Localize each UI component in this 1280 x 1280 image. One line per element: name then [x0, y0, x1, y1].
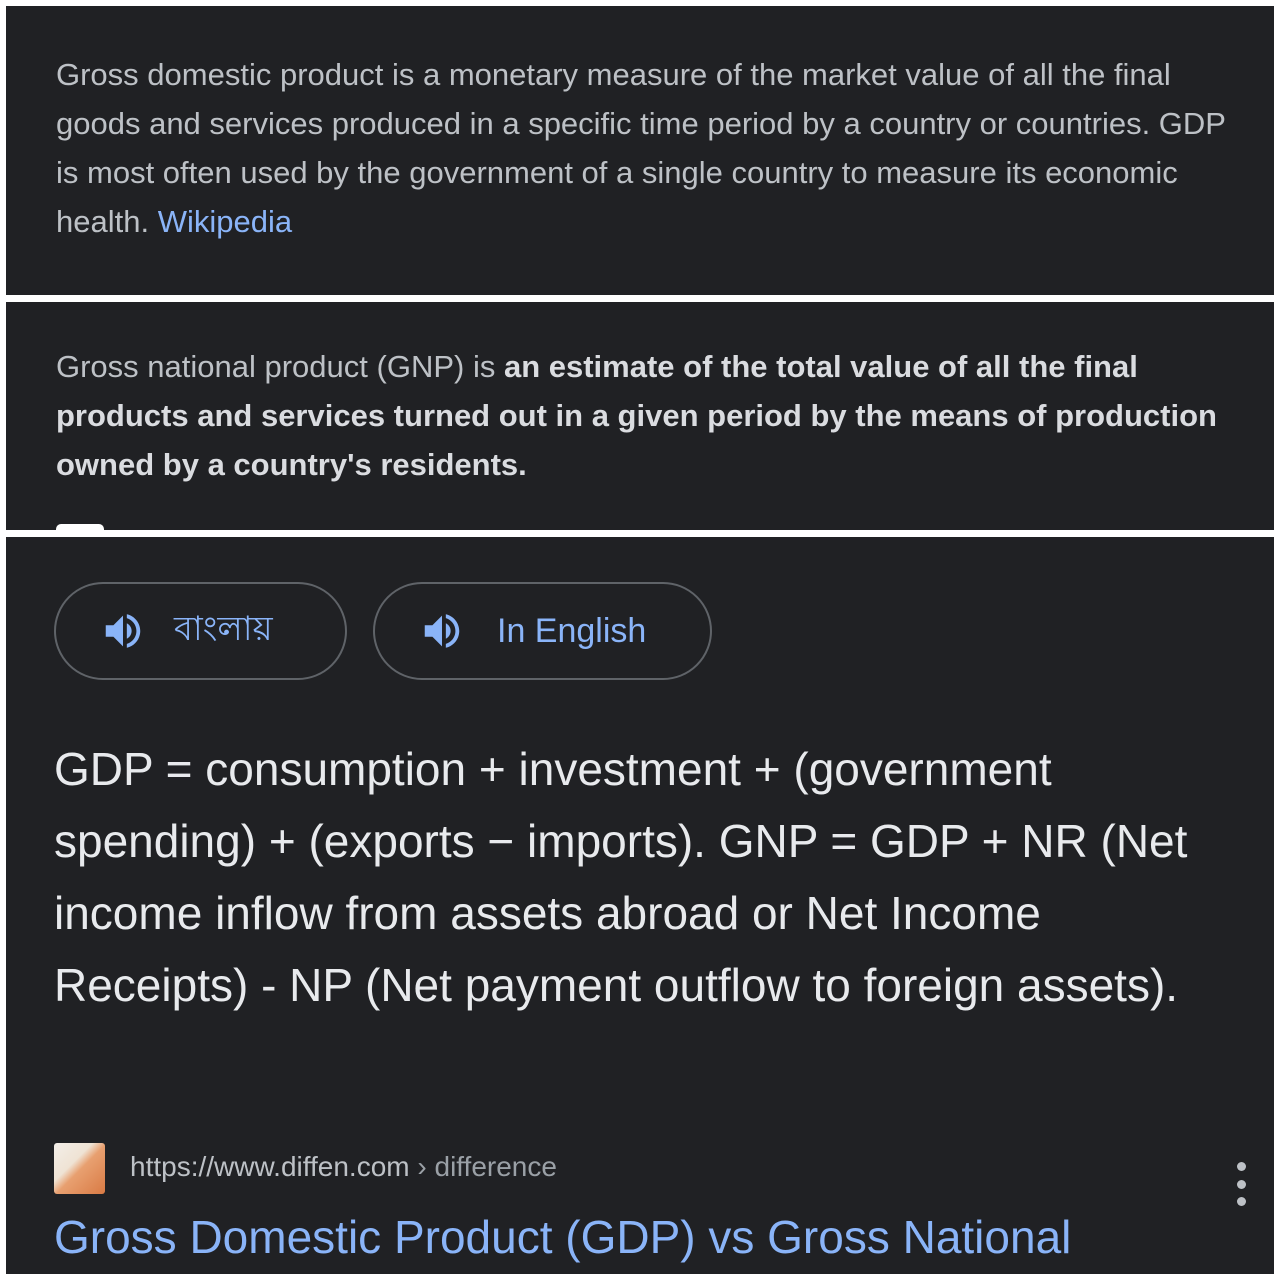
speaker-icon [424, 614, 460, 648]
gnp-definition-prefix: Gross national product (GNP) is [56, 349, 496, 384]
speaker-icon [105, 614, 141, 648]
wikipedia-link[interactable]: Wikipedia [158, 204, 292, 239]
listen-bangla-button[interactable]: বাংলায় [54, 582, 347, 680]
result-url-breadcrumb: › difference [417, 1151, 557, 1182]
result-url-domain: https://www.diffen.com [130, 1151, 410, 1182]
more-vert-icon[interactable] [1234, 1162, 1248, 1206]
gdp-definition-panel: Gross domestic product is a monetary mea… [6, 6, 1274, 295]
gnp-definition-text: Gross national product (GNP) is an estim… [56, 342, 1236, 489]
formula-answer-text: GDP = consumption + investment + (govern… [54, 743, 1188, 1011]
result-title-link[interactable]: Gross Domestic Product (GDP) vs Gross Na… [54, 1207, 1071, 1267]
cropped-favicon [56, 524, 104, 530]
diffen-favicon [54, 1143, 105, 1194]
listen-english-label: In English [497, 611, 647, 650]
listen-bangla-label: বাংলায় [174, 609, 273, 648]
gdp-definition-text: Gross domestic product is a monetary mea… [56, 50, 1236, 246]
listen-english-button[interactable]: In English [373, 582, 712, 680]
formula-panel: বাংলায় In English GDP = consumption + i… [6, 537, 1274, 1274]
result-url[interactable]: https://www.diffen.com › difference [130, 1149, 557, 1185]
gnp-definition-panel: Gross national product (GNP) is an estim… [6, 302, 1274, 530]
